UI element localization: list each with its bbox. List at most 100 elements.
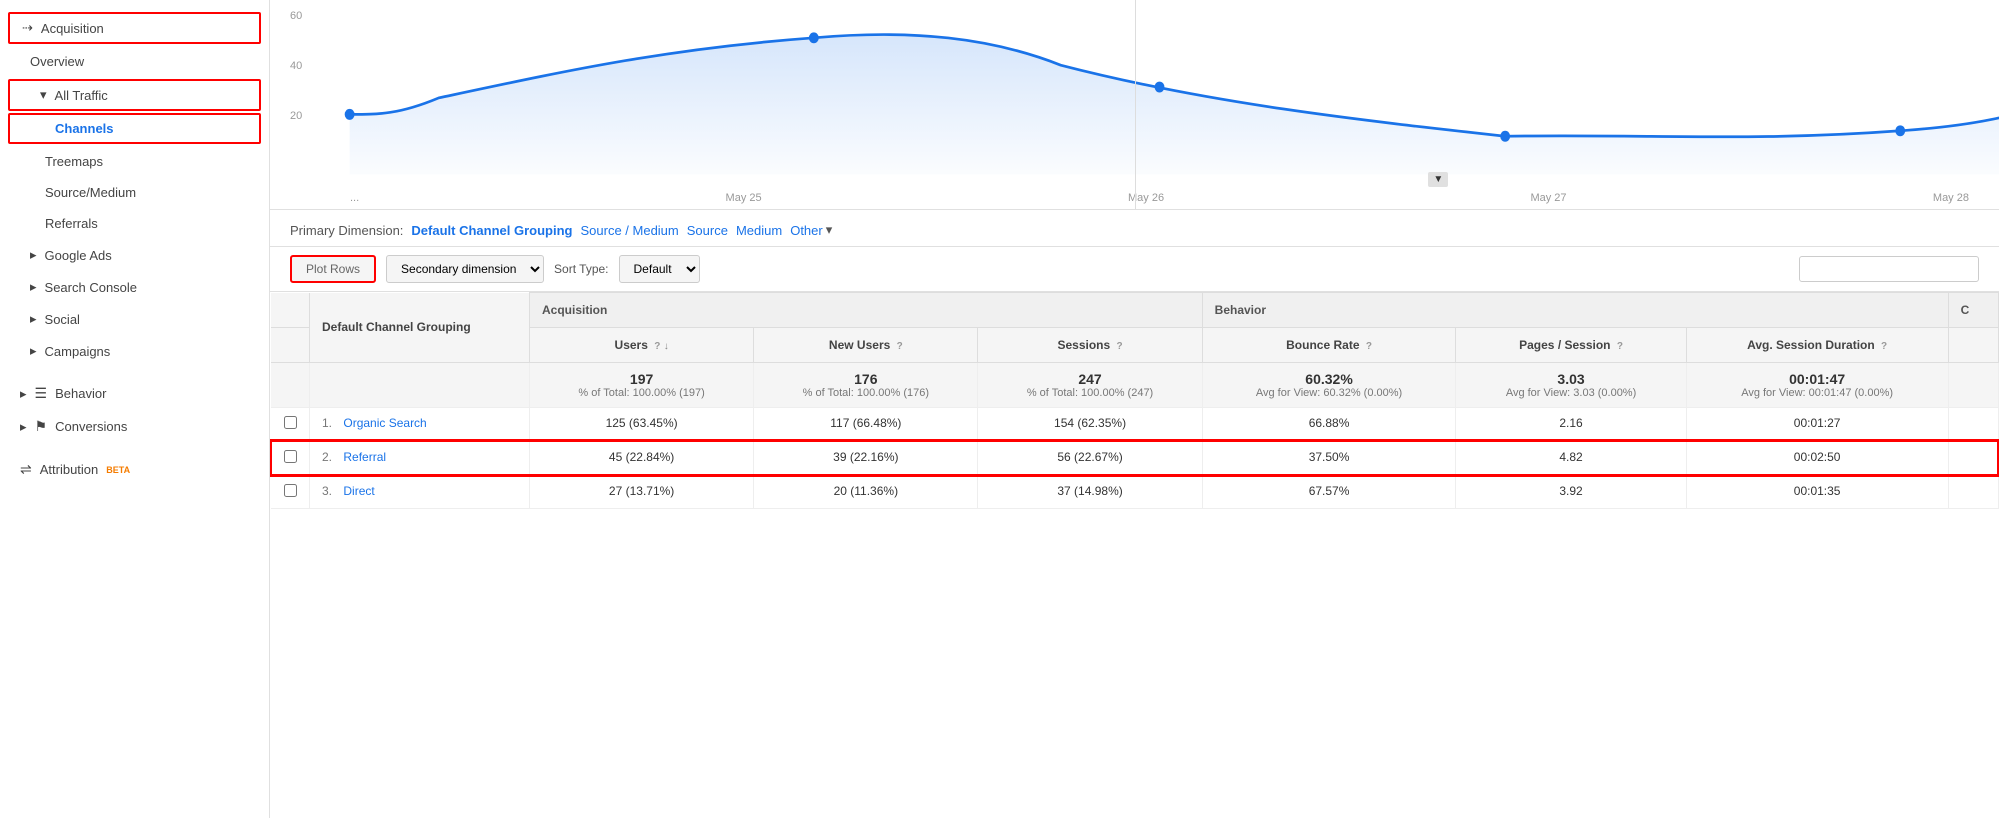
total-c (1948, 363, 1998, 408)
chart-dot (809, 32, 819, 43)
sidebar-item-overview[interactable]: Overview (0, 46, 269, 77)
dimension-bar: Primary Dimension: Default Channel Group… (270, 210, 1999, 247)
sidebar-item-label: Google Ads (45, 248, 112, 263)
sessions-help-icon[interactable]: ? (1117, 341, 1123, 352)
dim-source-medium[interactable]: Source / Medium (580, 223, 678, 238)
row-checkbox-input[interactable] (284, 416, 297, 429)
arrow-icon: ▸ (20, 419, 27, 435)
x-label-may25: ... (350, 192, 359, 204)
sidebar-item-label: Source/Medium (45, 185, 136, 200)
dim-other-dropdown[interactable]: Other ▾ (790, 222, 832, 238)
chart-y-labels: 60 40 20 (290, 10, 302, 122)
new-users-help-icon[interactable]: ? (897, 341, 903, 352)
sidebar-item-behavior[interactable]: ▸ ☰ Behavior (0, 377, 269, 410)
row-users: 45 (22.84%) (530, 441, 754, 475)
col-pages-session-header: Pages / Session ? (1456, 328, 1686, 363)
sidebar-item-label: Attribution (40, 462, 99, 477)
plot-rows-button[interactable]: Plot Rows (290, 255, 376, 283)
row-channel: 1. Organic Search (310, 408, 530, 442)
sidebar-item-label: Behavior (55, 386, 106, 401)
total-users: 197 % of Total: 100.00% (197) (530, 363, 754, 408)
y-label-60: 60 (290, 10, 302, 22)
row-channel: 2. Referral (310, 441, 530, 475)
sort-type-select[interactable]: Default (619, 255, 700, 283)
bounce-help-icon[interactable]: ? (1366, 341, 1372, 352)
chart-date-dropdown[interactable]: ▼ (1428, 172, 1448, 187)
pages-help-icon[interactable]: ? (1617, 341, 1623, 352)
col-avg-session-header: Avg. Session Duration ? (1686, 328, 1948, 363)
row-users: 125 (63.45%) (530, 408, 754, 442)
chart-dot (345, 109, 355, 120)
col-c-header: C (1948, 293, 1998, 328)
arrow-icon: ▸ (30, 343, 37, 359)
col-channel-header: Default Channel Grouping (310, 293, 530, 363)
sidebar-item-social[interactable]: ▸ Social (0, 303, 269, 335)
row-pages-session: 3.92 (1456, 475, 1686, 509)
row-new-users: 20 (11.36%) (754, 475, 978, 509)
dim-default-channel[interactable]: Default Channel Grouping (411, 223, 572, 238)
row-number: 1. (322, 416, 332, 430)
row-number: 3. (322, 484, 332, 498)
sidebar-item-attribution[interactable]: ⇌ Attribution BETA (0, 453, 269, 486)
row-new-users: 117 (66.48%) (754, 408, 978, 442)
sidebar-item-label: Acquisition (41, 21, 104, 36)
col-checkbox2 (271, 328, 310, 363)
total-new-users: 176 % of Total: 100.00% (176) (754, 363, 978, 408)
sidebar-item-conversions[interactable]: ▸ ⚑ Conversions (0, 410, 269, 443)
sidebar-item-treemaps[interactable]: Treemaps (0, 146, 269, 177)
sidebar-item-campaigns[interactable]: ▸ Campaigns (0, 335, 269, 367)
col-new-users-header: New Users ? (754, 328, 978, 363)
chart-area-fill (350, 35, 1999, 175)
row-sessions: 154 (62.35%) (978, 408, 1202, 442)
row-new-users: 39 (22.16%) (754, 441, 978, 475)
data-table-container: Default Channel Grouping Acquisition Beh… (270, 292, 1999, 818)
sidebar-item-label: Referrals (45, 216, 98, 231)
row-checkbox[interactable] (271, 475, 310, 509)
row-bounce-rate: 37.50% (1202, 441, 1456, 475)
arrow-icon: ▾ (40, 87, 47, 103)
sidebar: ⇢ Acquisition Overview ▾ All Traffic Cha… (0, 0, 270, 818)
row-checkbox[interactable] (271, 441, 310, 475)
arrow-icon: ▸ (30, 247, 37, 263)
sidebar-item-search-console[interactable]: ▸ Search Console (0, 271, 269, 303)
sidebar-item-label: Social (45, 312, 80, 327)
users-sort-icon[interactable]: ↓ (664, 341, 669, 352)
channel-link[interactable]: Organic Search (343, 416, 426, 430)
row-checkbox-input[interactable] (284, 450, 297, 463)
total-pages-session: 3.03 Avg for View: 3.03 (0.00%) (1456, 363, 1686, 408)
row-avg-session: 00:02:50 (1686, 441, 1948, 475)
behavior-section-icon: ☰ (35, 385, 48, 402)
dim-other-label[interactable]: Other (790, 223, 823, 238)
sidebar-item-label: Channels (55, 121, 114, 136)
table-row: 1. Organic Search 125 (63.45%) 117 (66.4… (271, 408, 1998, 442)
sidebar-item-channels[interactable]: Channels (8, 113, 261, 144)
sidebar-item-referrals[interactable]: Referrals (0, 208, 269, 239)
row-checkbox-input[interactable] (284, 484, 297, 497)
secondary-dimension-select[interactable]: Secondary dimension (386, 255, 544, 283)
users-help-icon[interactable]: ? (654, 341, 660, 352)
row-bounce-rate: 67.57% (1202, 475, 1456, 509)
beta-badge: BETA (106, 465, 130, 475)
row-c (1948, 475, 1998, 509)
x-label-may25: May 25 (726, 192, 762, 204)
row-number: 2. (322, 450, 332, 464)
row-checkbox[interactable] (271, 408, 310, 442)
row-c (1948, 441, 1998, 475)
avg-session-help-icon[interactable]: ? (1881, 341, 1887, 352)
total-label (310, 363, 530, 408)
sidebar-item-label: Conversions (55, 419, 127, 434)
channel-link[interactable]: Direct (343, 484, 374, 498)
sidebar-item-all-traffic[interactable]: ▾ All Traffic (8, 79, 261, 111)
sidebar-item-google-ads[interactable]: ▸ Google Ads (0, 239, 269, 271)
dim-medium[interactable]: Medium (736, 223, 782, 238)
chart-x-labels: ... May 25 May 26 May 27 May 28 (320, 192, 1999, 204)
table-body: 1. Organic Search 125 (63.45%) 117 (66.4… (271, 408, 1998, 509)
col-users-header: Users ? ↓ (530, 328, 754, 363)
channel-link[interactable]: Referral (343, 450, 386, 464)
dim-source[interactable]: Source (687, 223, 728, 238)
row-sessions: 37 (14.98%) (978, 475, 1202, 509)
y-label-40: 40 (290, 60, 302, 72)
table-search-input[interactable] (1799, 256, 1979, 282)
sidebar-item-source-medium[interactable]: Source/Medium (0, 177, 269, 208)
sidebar-item-acquisition[interactable]: ⇢ Acquisition (8, 12, 261, 44)
